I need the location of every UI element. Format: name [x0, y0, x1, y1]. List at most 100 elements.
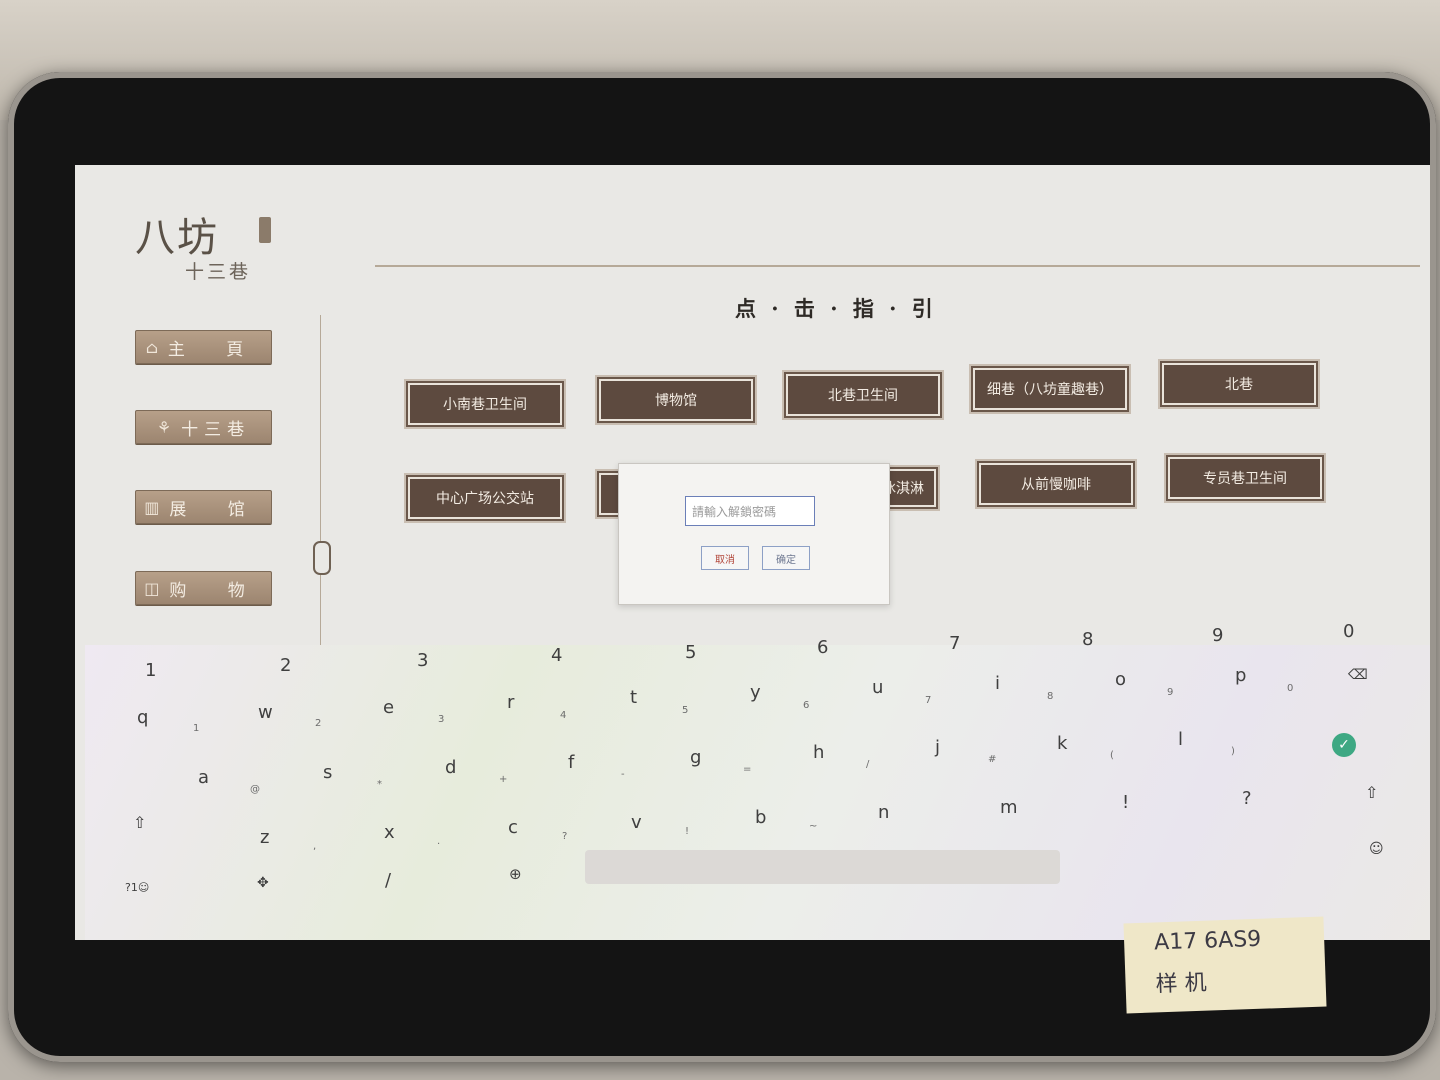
museum-icon: ▥	[144, 497, 160, 517]
key-hint: )	[1231, 746, 1235, 757]
location-button[interactable]: 中心广场公交站	[406, 475, 564, 521]
cursor-move-icon[interactable]: ✥	[257, 875, 269, 891]
key-hint: ~	[809, 821, 818, 832]
key-7[interactable]: 7	[949, 633, 960, 654]
location-button[interactable]: 北巷	[1160, 361, 1318, 407]
key-hint: 2	[315, 718, 322, 729]
shopping-bag-icon: ◫	[144, 578, 160, 598]
divider-ornament-icon	[313, 541, 331, 575]
tablet-screen: 八坊 十三巷 ⌂ 主 頁 ⚘ 十三巷 ▥ 展 馆 ◫ 购 物 点 · 击 · 指…	[75, 165, 1430, 940]
sticker-line-1: A17 6AS9	[1153, 926, 1262, 956]
confirm-button[interactable]: 确定	[762, 546, 810, 570]
key-8[interactable]: 8	[1082, 629, 1093, 650]
cancel-button[interactable]: 取消	[701, 546, 749, 570]
key-s[interactable]: s	[323, 762, 332, 783]
key-hint: 1	[193, 723, 200, 734]
key-r[interactable]: r	[507, 692, 514, 713]
globe-icon[interactable]: ⊕	[509, 865, 522, 883]
sidebar-item-label: 展 馆	[169, 499, 263, 520]
device-sticker: A17 6AS9 样 机	[1123, 916, 1327, 1014]
sidebar-item-shopping[interactable]: ◫ 购 物	[135, 571, 272, 605]
key-2[interactable]: 2	[280, 655, 291, 676]
key-u[interactable]: u	[872, 677, 883, 698]
key-hint: 3	[438, 714, 445, 725]
emoji-icon[interactable]: ☺	[1369, 841, 1384, 857]
key-3[interactable]: 3	[417, 650, 428, 671]
key-d[interactable]: d	[445, 757, 456, 778]
key-hint: 9	[1167, 687, 1174, 698]
key-6[interactable]: 6	[817, 637, 828, 658]
header-divider	[375, 265, 1420, 267]
unlock-dialog: 請輸入解鎖密碼 取消 确定	[618, 463, 890, 605]
key-hint: @	[250, 784, 260, 795]
key-4[interactable]: 4	[551, 645, 562, 666]
key-z[interactable]: z	[260, 827, 269, 848]
lane-icon: ⚘	[156, 417, 172, 437]
password-input[interactable]: 請輸入解鎖密碼	[685, 496, 815, 526]
symbols-key[interactable]: ?1☺	[125, 881, 149, 894]
key-e[interactable]: e	[383, 697, 394, 718]
key-a[interactable]: a	[198, 767, 209, 788]
on-screen-keyboard: 1 2 3 4 5 6 7 8 9 0 ⌫ q 1 w 2 e 3 r 4 t …	[85, 621, 1430, 940]
key-q[interactable]: q	[137, 707, 148, 728]
key-slash[interactable]: /	[385, 870, 391, 891]
location-button[interactable]: 北巷卫生间	[784, 372, 942, 418]
sidebar-item-label: 购 物	[169, 580, 263, 601]
location-button[interactable]: 小南巷卫生间	[406, 381, 564, 427]
key-i[interactable]: i	[995, 673, 1000, 694]
sidebar-item-home[interactable]: ⌂ 主 頁	[135, 330, 272, 364]
key-h[interactable]: h	[813, 742, 824, 763]
sidebar-item-museum[interactable]: ▥ 展 馆	[135, 490, 272, 524]
location-button[interactable]: 专员巷卫生间	[1166, 455, 1324, 501]
key-t[interactable]: t	[630, 687, 637, 708]
key-hint: -	[621, 769, 625, 780]
sidebar-item-label: 主 頁	[167, 339, 262, 360]
key-k[interactable]: k	[1057, 733, 1067, 754]
key-c[interactable]: c	[508, 817, 518, 838]
logo-subtitle: 十三巷	[185, 261, 252, 283]
key-5[interactable]: 5	[685, 642, 696, 663]
key-question[interactable]: ?	[1242, 788, 1252, 809]
home-icon: ⌂	[145, 337, 158, 357]
key-hint: !	[685, 826, 690, 837]
sidebar-item-label: 十三巷	[181, 419, 251, 440]
key-f[interactable]: f	[568, 752, 574, 773]
location-button[interactable]: 从前慢咖啡	[977, 461, 1135, 507]
key-j[interactable]: j	[935, 737, 940, 758]
key-hint: =	[743, 764, 752, 775]
key-v[interactable]: v	[631, 812, 642, 833]
logo-title: 八坊	[135, 215, 219, 261]
shift-icon[interactable]: ⇧	[133, 813, 146, 832]
key-9[interactable]: 9	[1212, 625, 1223, 646]
location-button[interactable]: 细巷（八坊童趣巷）	[971, 366, 1129, 412]
key-l[interactable]: l	[1178, 729, 1183, 750]
shift-right-icon[interactable]: ⇧	[1365, 783, 1378, 802]
key-m[interactable]: m	[1000, 797, 1018, 818]
key-hint: 5	[682, 705, 689, 716]
sidebar-item-lane[interactable]: ⚘ 十三巷	[135, 410, 272, 444]
key-b[interactable]: b	[755, 807, 766, 828]
key-hint: 0	[1287, 683, 1294, 694]
key-n[interactable]: n	[878, 802, 889, 823]
key-y[interactable]: y	[750, 682, 761, 703]
key-o[interactable]: o	[1115, 669, 1126, 690]
key-w[interactable]: w	[258, 702, 273, 723]
key-hint: 7	[925, 695, 932, 706]
backspace-icon[interactable]: ⌫	[1348, 667, 1368, 683]
key-0[interactable]: 0	[1343, 621, 1354, 642]
key-hint: 6	[803, 700, 810, 711]
key-hint: 8	[1047, 691, 1054, 702]
key-hint: /	[866, 759, 870, 770]
sticker-line-2: 样 机	[1155, 970, 1208, 998]
location-button[interactable]: 博物馆	[597, 377, 755, 423]
key-hint: +	[499, 774, 508, 785]
key-exclaim[interactable]: !	[1122, 792, 1129, 813]
space-bar[interactable]	[585, 850, 1060, 884]
key-1[interactable]: 1	[145, 660, 156, 681]
key-hint: ,	[313, 841, 317, 852]
key-g[interactable]: g	[690, 747, 701, 768]
enter-check-icon[interactable]: ✓	[1332, 733, 1356, 757]
key-p[interactable]: p	[1235, 665, 1246, 686]
key-x[interactable]: x	[384, 822, 395, 843]
key-hint: #	[988, 754, 997, 765]
